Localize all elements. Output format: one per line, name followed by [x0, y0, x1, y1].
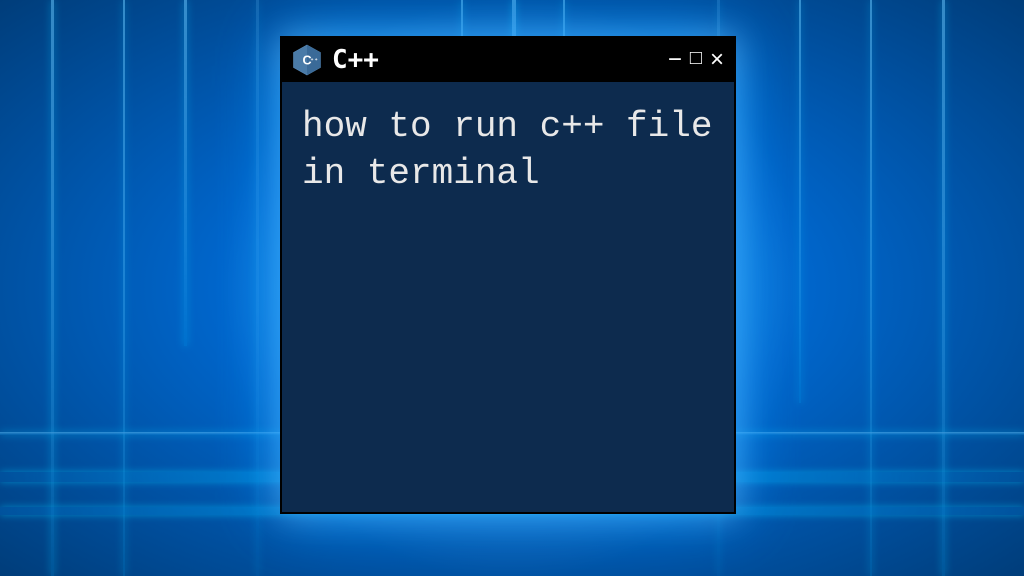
title-bar[interactable]: C + + C++ − □ × [282, 38, 734, 82]
svg-text:+: + [315, 58, 318, 63]
window-controls: − □ × [668, 48, 724, 72]
terminal-window: C + + C++ − □ × how to run c++ file in t… [280, 36, 736, 514]
close-button[interactable]: × [710, 48, 724, 72]
minimize-button[interactable]: − [668, 48, 682, 72]
svg-text:+: + [311, 58, 314, 63]
svg-text:C: C [303, 54, 312, 68]
maximize-button[interactable]: □ [690, 48, 702, 68]
cpp-logo-icon: C + + [292, 43, 322, 77]
terminal-body[interactable]: how to run c++ file in terminal [282, 82, 734, 512]
window-title: C++ [332, 45, 658, 75]
terminal-content: how to run c++ file in terminal [302, 104, 714, 198]
